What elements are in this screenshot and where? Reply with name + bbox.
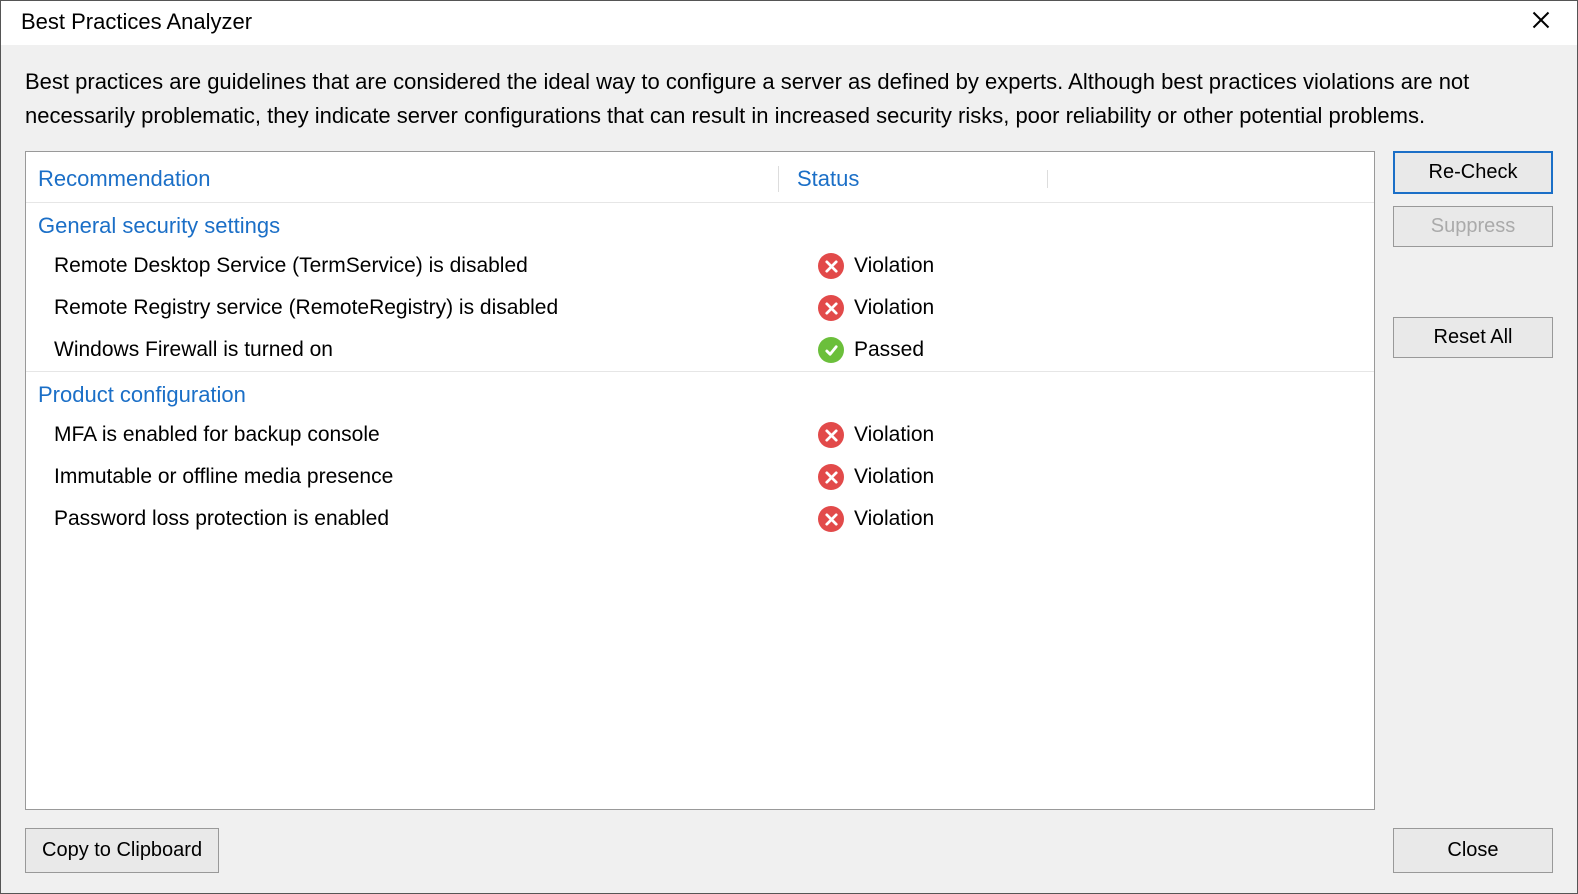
status-cell: Passed (778, 337, 924, 363)
bottom-row: Copy to Clipboard Close (25, 810, 1553, 873)
recommendation-label: Password loss protection is enabled (54, 507, 778, 531)
violation-icon (818, 295, 844, 321)
status-cell: Violation (778, 422, 934, 448)
close-button[interactable]: Close (1393, 828, 1553, 873)
status-text: Violation (854, 465, 934, 489)
titlebar: Best Practices Analyzer (1, 1, 1577, 45)
recommendation-label: Windows Firewall is turned on (54, 338, 778, 362)
dialog: Best Practices Analyzer Best practices a… (0, 0, 1578, 894)
status-text: Violation (854, 507, 934, 531)
list-row[interactable]: MFA is enabled for backup console Violat… (26, 414, 1374, 456)
description-text: Best practices are guidelines that are c… (25, 65, 1553, 133)
content-area: Best practices are guidelines that are c… (1, 45, 1577, 893)
violation-icon (818, 422, 844, 448)
copy-clipboard-button[interactable]: Copy to Clipboard (25, 828, 219, 873)
list-row[interactable]: Windows Firewall is turned on Passed (26, 329, 1374, 371)
column-header-recommendation[interactable]: Recommendation (38, 166, 778, 192)
reset-all-button[interactable]: Reset All (1393, 317, 1553, 358)
list-row[interactable]: Remote Registry service (RemoteRegistry)… (26, 287, 1374, 329)
suppress-button[interactable]: Suppress (1393, 206, 1553, 247)
recommendation-list: Recommendation Status General security s… (25, 151, 1375, 810)
passed-icon (818, 337, 844, 363)
list-row[interactable]: Remote Desktop Service (TermService) is … (26, 245, 1374, 287)
status-cell: Violation (778, 253, 934, 279)
recommendation-label: Immutable or offline media presence (54, 465, 778, 489)
recommendation-label: MFA is enabled for backup console (54, 423, 778, 447)
status-cell: Violation (778, 506, 934, 532)
status-text: Violation (854, 423, 934, 447)
dialog-title: Best Practices Analyzer (21, 9, 252, 35)
status-text: Violation (854, 296, 934, 320)
violation-icon (818, 464, 844, 490)
status-text: Violation (854, 254, 934, 278)
column-header-status[interactable]: Status (778, 166, 1048, 192)
list-row[interactable]: Password loss protection is enabled Viol… (26, 498, 1374, 540)
violation-icon (818, 506, 844, 532)
close-icon[interactable] (1525, 10, 1557, 35)
status-cell: Violation (778, 295, 934, 321)
recheck-button[interactable]: Re-Check (1393, 151, 1553, 194)
group-title: General security settings (26, 202, 1374, 245)
status-text: Passed (854, 338, 924, 362)
side-buttons: Re-Check Suppress Reset All (1393, 151, 1553, 810)
violation-icon (818, 253, 844, 279)
recommendation-label: Remote Desktop Service (TermService) is … (54, 254, 778, 278)
list-row[interactable]: Immutable or offline media presence Viol… (26, 456, 1374, 498)
recommendation-label: Remote Registry service (RemoteRegistry)… (54, 296, 778, 320)
status-cell: Violation (778, 464, 934, 490)
mid-row: Recommendation Status General security s… (25, 151, 1553, 810)
group-title: Product configuration (26, 371, 1374, 414)
list-header: Recommendation Status (26, 152, 1374, 202)
